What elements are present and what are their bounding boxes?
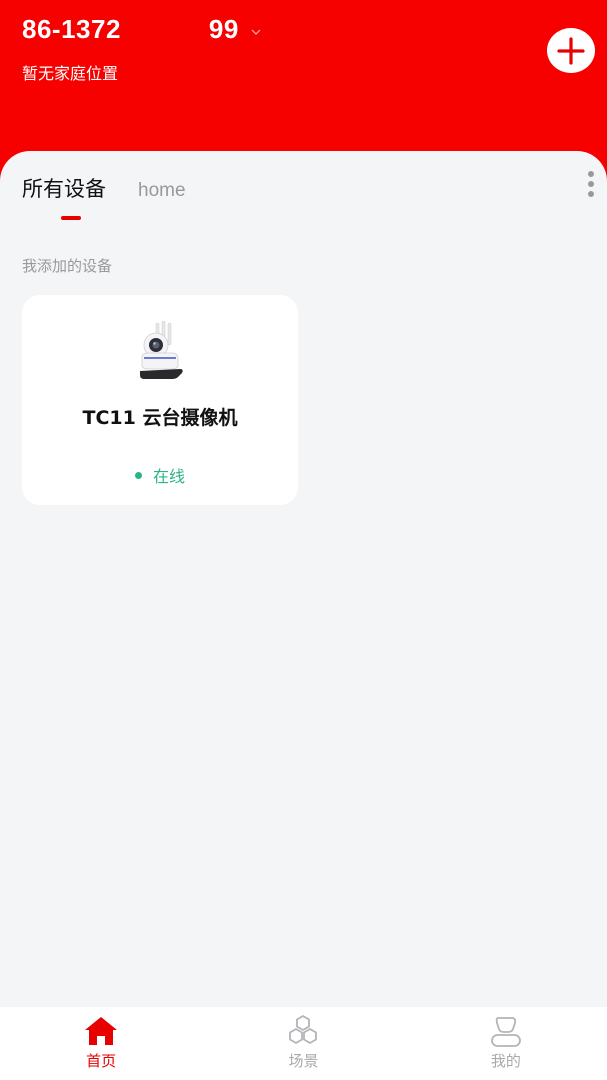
nav-profile[interactable]: 我的 <box>405 1007 607 1080</box>
device-name: TC11 云台摄像机 <box>82 407 238 429</box>
home-icon <box>85 1017 118 1045</box>
profile-icon <box>490 1017 521 1047</box>
device-tabs: 所有设备 home <box>22 173 186 203</box>
tab-all-devices[interactable]: 所有设备 <box>22 173 106 203</box>
nav-scene-label: 场景 <box>288 1052 319 1070</box>
main-content: 所有设备 home 我添加的设备 TC11 云台摄像机 在线 <box>0 151 607 1007</box>
account-suffix: 99 <box>208 14 239 44</box>
home-location: 暂无家庭位置 <box>22 64 119 83</box>
more-options-icon[interactable] <box>586 171 596 201</box>
account-prefix: 86-1372 <box>22 14 121 44</box>
bottom-navigation: 首页 场景 我的 <box>0 1007 607 1080</box>
active-tab-indicator <box>61 216 81 220</box>
account-switcher[interactable]: 86-1372 99 <box>22 14 261 45</box>
tab-home[interactable]: home <box>138 180 186 202</box>
nav-scene[interactable]: 场景 <box>202 1007 404 1080</box>
nav-home[interactable]: 首页 <box>0 1007 202 1080</box>
device-status: 在线 <box>22 463 298 487</box>
add-device-button[interactable] <box>547 28 595 73</box>
scene-icon <box>289 1014 318 1045</box>
plus-icon <box>557 36 585 65</box>
device-card[interactable]: TC11 云台摄像机 在线 <box>22 295 298 505</box>
device-status-label: 在线 <box>152 467 185 486</box>
camera-icon <box>140 321 183 379</box>
nav-profile-label: 我的 <box>490 1052 521 1070</box>
chevron-down-icon <box>251 29 261 35</box>
section-title: 我添加的设备 <box>22 257 113 275</box>
online-indicator <box>134 471 142 479</box>
nav-home-label: 首页 <box>86 1052 117 1070</box>
